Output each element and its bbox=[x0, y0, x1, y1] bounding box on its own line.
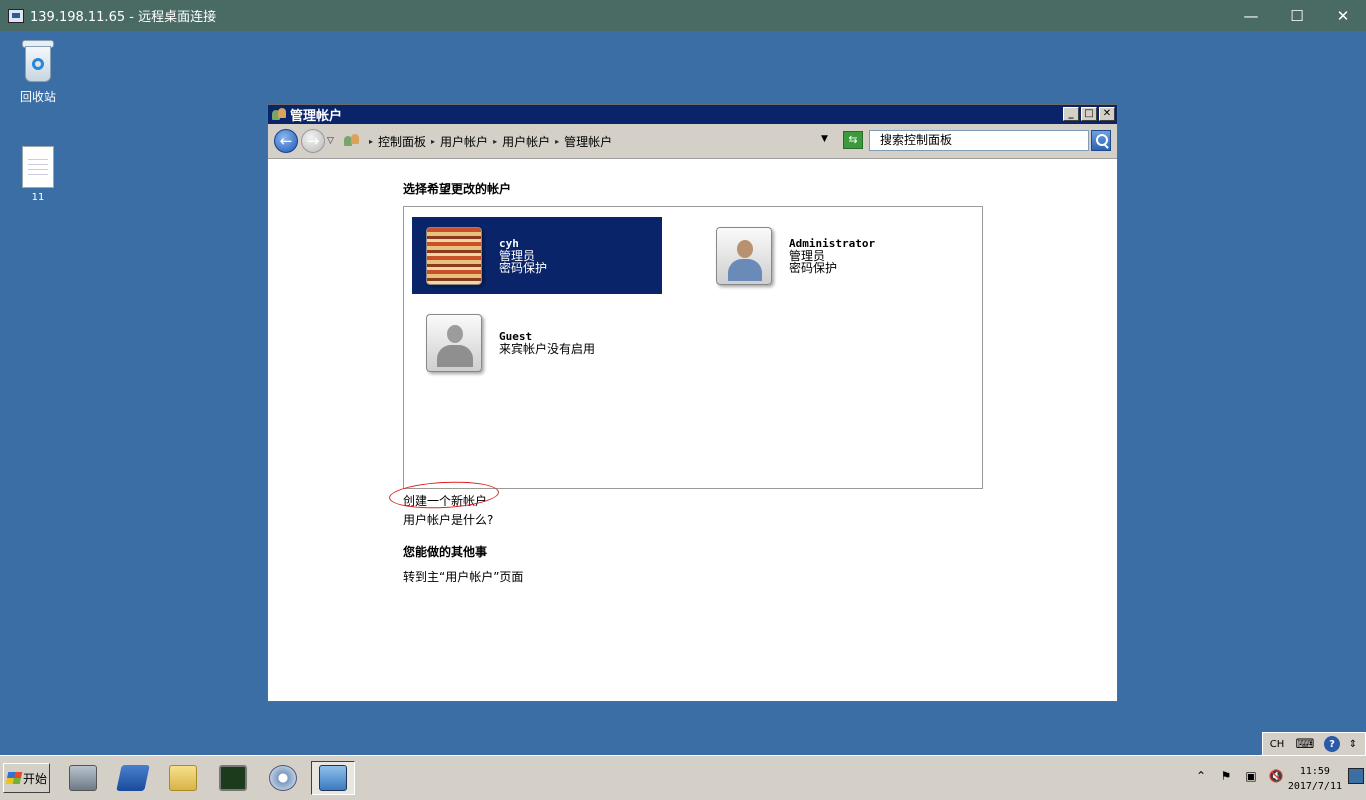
address-dropdown-icon[interactable]: ▼ bbox=[821, 134, 828, 144]
account-status: 密码保护 bbox=[789, 260, 838, 275]
back-button[interactable]: ← bbox=[274, 129, 298, 153]
clock[interactable]: 11:59 2017/7/11 bbox=[1288, 764, 1342, 794]
powershell-button[interactable] bbox=[111, 761, 155, 795]
forward-button[interactable]: → bbox=[301, 129, 325, 153]
remote-desktop-icon bbox=[8, 8, 24, 23]
chevron-right-icon[interactable]: ▸ bbox=[369, 137, 373, 146]
server-manager-icon bbox=[69, 765, 97, 791]
search-input[interactable]: 搜索控制面板 bbox=[869, 130, 1089, 151]
chevron-right-icon[interactable]: ▸ bbox=[431, 137, 435, 146]
start-label: 开始 bbox=[23, 771, 48, 786]
control-panel-icon bbox=[319, 765, 347, 791]
windows-logo-icon bbox=[5, 772, 23, 784]
account-role: 管理员 bbox=[499, 248, 536, 263]
show-desktop-icon[interactable] bbox=[1348, 768, 1364, 784]
rdp-minimize-button[interactable]: — bbox=[1228, 0, 1274, 31]
refresh-button[interactable]: ⇆ bbox=[843, 131, 863, 149]
rdp-close-button[interactable]: ✕ bbox=[1320, 0, 1366, 31]
rdp-maximize-button[interactable]: ☐ bbox=[1274, 0, 1320, 31]
address-bar[interactable]: ▸ 控制面板 ▸ 用户帐户 ▸ 用户帐户 ▸ 管理帐户 bbox=[344, 130, 837, 152]
gear-icon bbox=[269, 765, 297, 791]
recent-pages-button[interactable]: ▽ bbox=[327, 136, 334, 146]
account-role: 来宾帐户没有启用 bbox=[499, 341, 596, 356]
breadcrumb-control-panel[interactable]: 控制面板 bbox=[378, 133, 426, 150]
chevron-right-icon[interactable]: ▸ bbox=[555, 137, 559, 146]
desktop-icon-label: 回收站 bbox=[19, 90, 56, 104]
goto-user-accounts-link[interactable]: 转到主“用户帐户”页面 bbox=[403, 568, 523, 585]
text-file-icon bbox=[22, 146, 54, 188]
breadcrumb-user-accounts[interactable]: 用户帐户 bbox=[440, 133, 488, 150]
monitor-icon bbox=[219, 765, 247, 791]
clock-time: 11:59 bbox=[1299, 766, 1330, 777]
taskbar: 开始 ⌃ ⚑ ▣ 🔇 11:59 2017/7/11 bbox=[0, 755, 1366, 800]
powershell-icon bbox=[116, 765, 150, 791]
recycle-bin-icon bbox=[22, 40, 54, 84]
account-name: Administrator bbox=[789, 236, 876, 250]
what-is-account-link[interactable]: 用户帐户是什么? bbox=[403, 511, 493, 528]
desktop-icon-label: 11 bbox=[31, 192, 45, 203]
account-list: cyh 管理员 密码保护 Administrator 管理员 密码保护 Gues… bbox=[403, 206, 983, 489]
breadcrumb-user-accounts-2[interactable]: 用户帐户 bbox=[502, 133, 550, 150]
account-administrator[interactable]: Administrator 管理员 密码保护 bbox=[702, 217, 952, 294]
guest-avatar-icon bbox=[426, 313, 482, 372]
navigation-bar: ← → ▽ ▸ 控制面板 ▸ 用户帐户 ▸ 用户帐户 ▸ 管理帐户 ▼ ⇆ 搜索… bbox=[268, 124, 1117, 159]
manage-accounts-window: 管理帐户 _ □ ✕ ← → ▽ ▸ 控制面板 ▸ 用户帐户 ▸ 用户帐户 ▸ … bbox=[267, 104, 1118, 702]
desktop-icon-recycle-bin[interactable]: 回收站 bbox=[8, 40, 68, 105]
folder-icon bbox=[169, 765, 197, 791]
search-icon[interactable] bbox=[1091, 130, 1111, 151]
clock-date: 2017/7/11 bbox=[1287, 781, 1342, 792]
account-name: cyh bbox=[499, 236, 519, 250]
window-maximize-button[interactable]: □ bbox=[1081, 107, 1097, 121]
rdp-title: 139.198.11.65 - 远程桌面连接 bbox=[30, 10, 217, 25]
other-tasks-heading: 您能做的其他事 bbox=[403, 545, 488, 559]
account-status: 密码保护 bbox=[499, 260, 548, 275]
show-hidden-icons-button[interactable]: ⌃ bbox=[1193, 769, 1209, 783]
window-title: 管理帐户 bbox=[290, 109, 343, 124]
system-tray: ⌃ ⚑ ▣ 🔇 bbox=[1193, 769, 1284, 783]
task-manager-button[interactable] bbox=[211, 761, 255, 795]
keyboard-icon[interactable]: ⌨ bbox=[1291, 734, 1319, 755]
language-bar: CH ⌨ ? ⇕ bbox=[1262, 732, 1366, 755]
users-icon bbox=[272, 108, 286, 121]
rdp-title-bar: 139.198.11.65 - 远程桌面连接 — ☐ ✕ bbox=[0, 0, 1366, 31]
user-avatar-icon bbox=[716, 226, 772, 285]
main-content: 选择希望更改的帐户 cyh 管理员 密码保护 Administrator 管理员… bbox=[268, 159, 1117, 699]
window-minimize-button[interactable]: _ bbox=[1063, 107, 1079, 121]
account-guest[interactable]: Guest 来宾帐户没有启用 bbox=[412, 304, 662, 381]
page-heading: 选择希望更改的帐户 bbox=[403, 182, 512, 196]
control-panel-button[interactable] bbox=[311, 761, 355, 795]
account-role: 管理员 bbox=[789, 248, 826, 263]
action-center-icon[interactable]: ⚑ bbox=[1218, 769, 1234, 783]
control-panel-icon bbox=[344, 134, 360, 148]
breadcrumb-manage-accounts[interactable]: 管理帐户 bbox=[564, 133, 612, 150]
language-options-icon[interactable]: ⇕ bbox=[1345, 734, 1361, 755]
desktop-icon-file[interactable]: 11 bbox=[8, 146, 68, 203]
volume-muted-icon[interactable]: 🔇 bbox=[1268, 769, 1284, 783]
help-icon[interactable]: ? bbox=[1319, 734, 1345, 755]
window-title-bar: 管理帐户 _ □ ✕ bbox=[268, 105, 1117, 124]
account-cyh[interactable]: cyh 管理员 密码保护 bbox=[412, 217, 662, 294]
language-indicator[interactable]: CH bbox=[1263, 734, 1291, 755]
chevron-right-icon[interactable]: ▸ bbox=[493, 137, 497, 146]
account-picture-icon bbox=[426, 226, 482, 285]
start-button[interactable]: 开始 bbox=[3, 763, 50, 793]
network-icon[interactable]: ▣ bbox=[1243, 769, 1259, 783]
settings-button[interactable] bbox=[261, 761, 305, 795]
explorer-button[interactable] bbox=[161, 761, 205, 795]
account-name: Guest bbox=[499, 329, 533, 343]
server-manager-button[interactable] bbox=[61, 761, 105, 795]
window-close-button[interactable]: ✕ bbox=[1099, 107, 1115, 121]
